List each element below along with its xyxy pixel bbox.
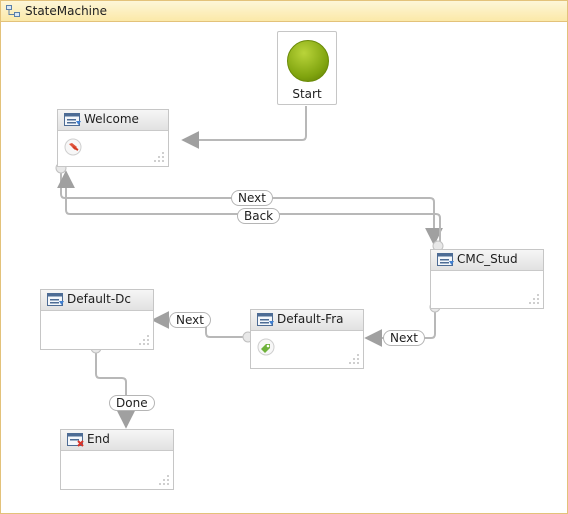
start-label: Start [292, 87, 322, 101]
resize-grip-icon[interactable] [159, 475, 169, 485]
start-icon [287, 40, 329, 82]
resize-grip-icon[interactable] [349, 354, 359, 364]
entry-action-icon[interactable] [64, 138, 82, 156]
state-header: End [61, 430, 173, 451]
state-label: Default-Fra [277, 312, 344, 326]
state-default-dc[interactable]: Default-Dc [40, 289, 154, 350]
state-icon [257, 313, 274, 326]
state-label: Default-Dc [67, 292, 132, 306]
start-to-welcome-line[interactable] [181, 106, 307, 149]
state-end[interactable]: End [60, 429, 174, 490]
state-header: Default-Dc [41, 290, 153, 311]
entry-action-icon[interactable] [257, 338, 275, 356]
transition-label-next[interactable]: Next [169, 312, 211, 328]
state-header: Welcome [58, 110, 168, 131]
state-header: Default-Fra [251, 310, 363, 331]
welcome-to-cmc-line[interactable] [60, 168, 443, 246]
state-icon [64, 113, 81, 126]
start-node[interactable]: Start [277, 31, 337, 105]
transition-label-next[interactable]: Next [383, 330, 425, 346]
resize-grip-icon[interactable] [139, 335, 149, 345]
transition-label-back[interactable]: Back [237, 208, 281, 224]
state-label: Welcome [84, 112, 139, 126]
transition-label-next[interactable]: Next [231, 190, 273, 206]
state-header: CMC_Stud [431, 250, 543, 271]
transition-label-done[interactable]: Done [109, 395, 155, 411]
resize-grip-icon[interactable] [529, 294, 539, 304]
state-icon [437, 253, 454, 266]
state-welcome[interactable]: Welcome [57, 109, 169, 167]
state-default-fra[interactable]: Default-Fra [250, 309, 364, 369]
final-state-icon [67, 433, 84, 447]
resize-grip-icon[interactable] [154, 152, 164, 162]
state-label: End [87, 432, 110, 446]
state-cmc-stud[interactable]: CMC_Stud [430, 249, 544, 309]
state-label: CMC_Stud [457, 252, 518, 266]
dc-to-end-line[interactable] [95, 350, 135, 429]
state-icon [47, 293, 64, 306]
